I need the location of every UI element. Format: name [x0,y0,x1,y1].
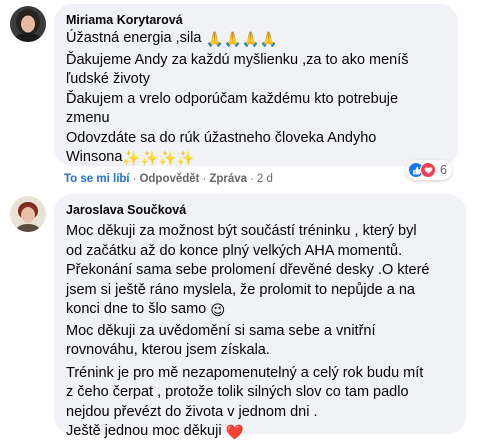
comment-text-line: konci dne to šlo samo 😉 [66,300,454,322]
comment-text-line: z čeho čerpat , protože tolik silných sl… [66,384,409,400]
comment-text-line: Moc děkuji za uvědomění si sama sebe a v… [66,322,376,339]
comment-2: Jaroslava Součková Moc děkuji za možnost… [0,190,486,441]
comment-text-line: Překonání sama sebe prolomení dřevěné de… [66,262,430,278]
comment-bubble: Jaroslava Součková Moc děkuji za možnost… [54,194,466,441]
comment-author[interactable]: Jaroslava Součková [66,202,454,218]
reaction-count: 6 [440,163,447,177]
message-button[interactable]: Zpráva [209,173,247,185]
comment-text-line: Ještě jednou moc děkuji ❤️ [66,422,454,444]
avatar-image [10,196,46,232]
comment-bubble: Miriama Korytarová Úžastná energia ,sila… [54,4,458,167]
avatar[interactable] [10,6,46,42]
love-reaction-icon [420,162,436,178]
praying-hands-icon: 🙏🙏🙏🙏 [205,32,278,48]
comment-1: Miriama Korytarová Úžastná energia ,sila… [0,0,486,190]
comment-text-line: ľudské životy [66,71,151,87]
sparkles-icon: ✨✨✨✨ [122,151,195,167]
comment-text-line: Winsona✨✨✨✨ [66,148,446,170]
comment-author[interactable]: Miriama Korytarová [66,12,446,28]
comment-text-line: nejdou převézt do života v jednom dni . [66,403,318,420]
reactions-summary[interactable]: 6 [406,160,452,180]
comment-text-line: od začátku až do konce plný velkých AHA … [66,242,403,259]
reply-button[interactable]: Odpovědět [139,173,199,185]
comment-timestamp[interactable]: 2 d [257,173,273,185]
comment-text-line: Odovzdáte sa do rúk úžastneho človeka An… [66,129,377,146]
avatar[interactable] [10,196,46,232]
comment-text-line: Ďakujem a vrelo odporúčam každému kto po… [66,90,399,107]
like-button[interactable]: To se mi líbí [64,173,130,185]
winking-face-icon: 😉 [210,303,226,319]
comment-actions: To se mi líbí · Odpovědět · Zpráva · 2 d [64,173,273,185]
red-heart-icon: ❤️ [225,425,244,441]
comment-text-line: zmenu [66,110,110,126]
comment-text-line: Trénink je pro mě nezapomenutelný a celý… [66,364,424,381]
comment-text-line: Ďakujeme Andy za každú myšlienku ,za to … [66,51,409,68]
comment-text-line: rovnováhu, kterou jsem získala. [66,342,270,358]
comment-text-line: Moc děkuji za možnost být součástí tréni… [66,223,417,239]
avatar-image [10,6,46,42]
comment-text-line: Úžastná energia ,sila 🙏🙏🙏🙏 [66,29,446,51]
comment-text-line: jsem si ještě ráno myslela, že prolomit … [66,281,415,298]
